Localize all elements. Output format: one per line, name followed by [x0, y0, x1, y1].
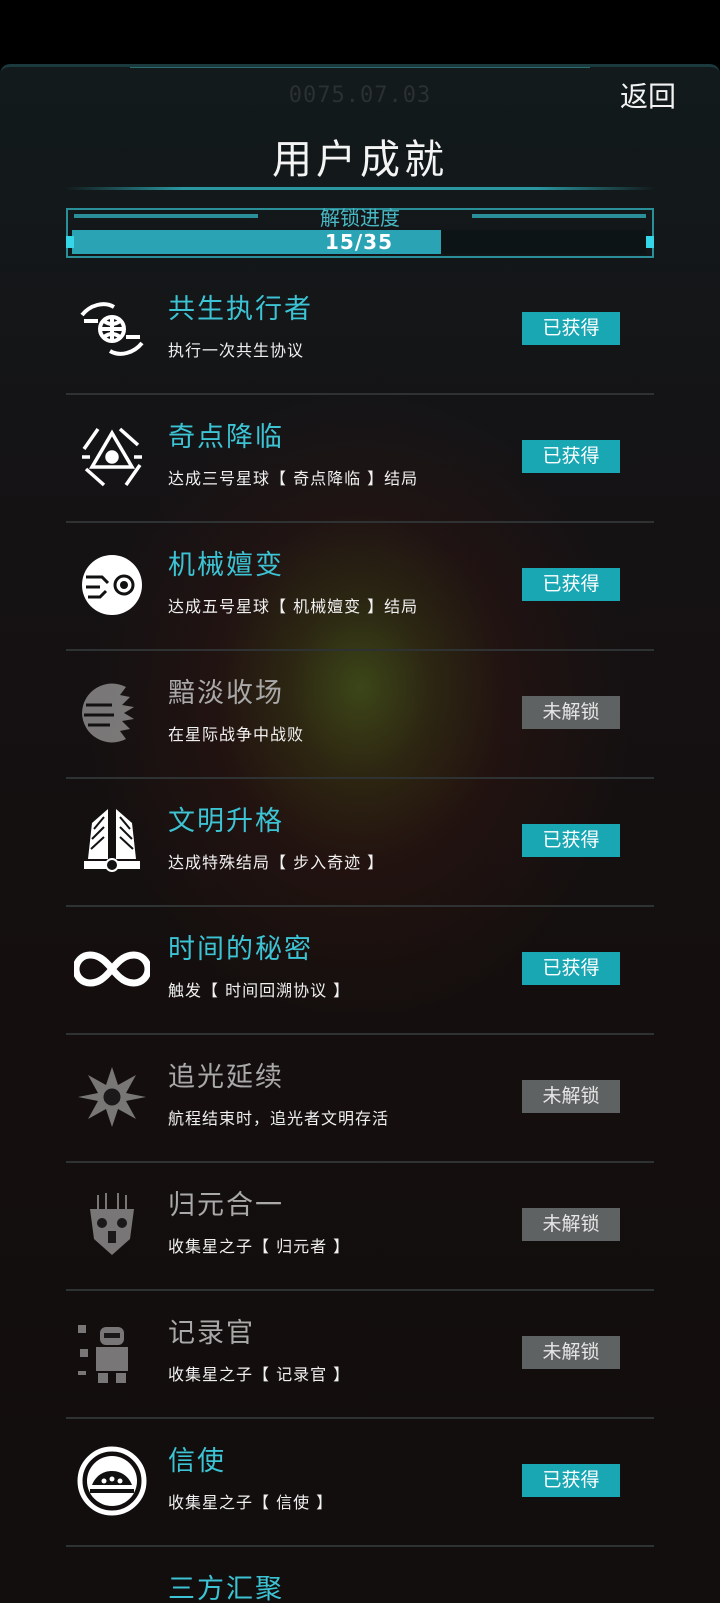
- status-badge: 未解锁: [522, 1336, 620, 1369]
- date-stamp: 0075.07.03: [288, 83, 432, 108]
- achievement-title: 三方汇聚: [168, 1574, 284, 1603]
- messenger-ship-icon: [74, 1439, 150, 1523]
- achievement-desc: 触发【 时间回溯协议 】: [168, 981, 351, 1000]
- status-badge: 已获得: [522, 824, 620, 857]
- achievement-title: 奇点降临: [168, 422, 284, 453]
- achievement-title: 文明升格: [168, 806, 284, 837]
- achievement-title: 归元合一: [168, 1190, 284, 1221]
- progress-bar: 15/35: [72, 230, 646, 254]
- achievement-list[interactable]: 共生执行者 执行一次共生协议 已获得 奇点降临 达成三号星球【 奇点降临 】结局…: [66, 267, 654, 1603]
- status-badge: 已获得: [522, 952, 620, 985]
- progress-cap-left: [66, 236, 74, 248]
- status-badge: 已获得: [522, 568, 620, 601]
- achievement-desc: 执行一次共生协议: [168, 341, 305, 360]
- radiant-sun-icon: [74, 1055, 150, 1139]
- achievement-row[interactable]: 追光延续 航程结束时，追光者文明存活 未解锁: [66, 1035, 654, 1163]
- achievement-title: 时间的秘密: [168, 934, 313, 965]
- status-badge: 未解锁: [522, 696, 620, 729]
- panel-top-accent: [130, 67, 590, 68]
- achievement-title: 记录官: [168, 1318, 255, 1349]
- achievement-desc: 达成三号星球【 奇点降临 】结局: [168, 469, 419, 488]
- achievements-panel: 0075.07.03 返回 用户成就 解锁进度 15/35 共生执行者 执行一次…: [0, 64, 720, 1603]
- achievement-title: 信使: [168, 1446, 226, 1477]
- progress-label: 解锁进度: [320, 206, 400, 230]
- achievement-row[interactable]: 信使 收集星之子【 信使 】 已获得: [66, 1419, 654, 1547]
- achievement-row[interactable]: 黯淡收场 在星际战争中战败 未解锁: [66, 651, 654, 779]
- shattered-planet-icon: [74, 671, 150, 755]
- achievement-desc: 达成特殊结局【 步入奇迹 】: [168, 853, 385, 872]
- status-badge: 已获得: [522, 1464, 620, 1497]
- triangle-eye-icon: [74, 415, 150, 499]
- unlock-progress: 解锁进度 15/35: [66, 206, 654, 258]
- status-badge: 已获得: [522, 440, 620, 473]
- achievement-desc: 航程结束时，追光者文明存活: [168, 1109, 390, 1128]
- title-divider: [64, 187, 656, 190]
- achievement-title: 机械嬗变: [168, 550, 284, 581]
- progress-cap-right: [646, 236, 654, 248]
- achievement-row[interactable]: 记录官 收集星之子【 记录官 】 未解锁: [66, 1291, 654, 1419]
- back-button[interactable]: 返回: [620, 75, 676, 115]
- achievement-desc: 在星际战争中战败: [168, 725, 305, 744]
- achievement-desc: 收集星之子【 信使 】: [168, 1493, 334, 1512]
- achievement-row[interactable]: 时间的秘密 触发【 时间回溯协议 】 已获得: [66, 907, 654, 1035]
- infinity-icon: [74, 927, 150, 1011]
- achievement-row[interactable]: 三方汇聚: [66, 1547, 654, 1603]
- achievement-row[interactable]: 归元合一 收集星之子【 归元者 】 未解锁: [66, 1163, 654, 1291]
- progress-count: 15/35: [325, 230, 393, 254]
- achievement-row[interactable]: 共生执行者 执行一次共生协议 已获得: [66, 267, 654, 395]
- status-badge: 已获得: [522, 312, 620, 345]
- achievement-row[interactable]: 机械嬗变 达成五号星球【 机械嬗变 】结局 已获得: [66, 523, 654, 651]
- winged-emblem-icon: [74, 799, 150, 883]
- status-badge: 未解锁: [522, 1080, 620, 1113]
- mask-icon: [74, 1183, 150, 1267]
- achievement-title: 追光延续: [168, 1062, 284, 1093]
- achievement-row[interactable]: 文明升格 达成特殊结局【 步入奇迹 】 已获得: [66, 779, 654, 907]
- hands-globe-icon: [74, 287, 150, 371]
- achievement-desc: 收集星之子【 归元者 】: [168, 1237, 351, 1256]
- achievement-row[interactable]: 奇点降临 达成三号星球【 奇点降临 】结局 已获得: [66, 395, 654, 523]
- robot-icon: [74, 1311, 150, 1395]
- achievement-desc: 收集星之子【 记录官 】: [168, 1365, 351, 1384]
- achievement-desc: 达成五号星球【 机械嬗变 】结局: [168, 597, 419, 616]
- achievement-title: 黯淡收场: [168, 678, 284, 709]
- achievement-title: 共生执行者: [168, 294, 313, 325]
- status-badge: 未解锁: [522, 1208, 620, 1241]
- convergence-icon: [74, 1567, 150, 1603]
- circuit-eye-icon: [74, 543, 150, 627]
- page-title: 用户成就: [272, 137, 448, 183]
